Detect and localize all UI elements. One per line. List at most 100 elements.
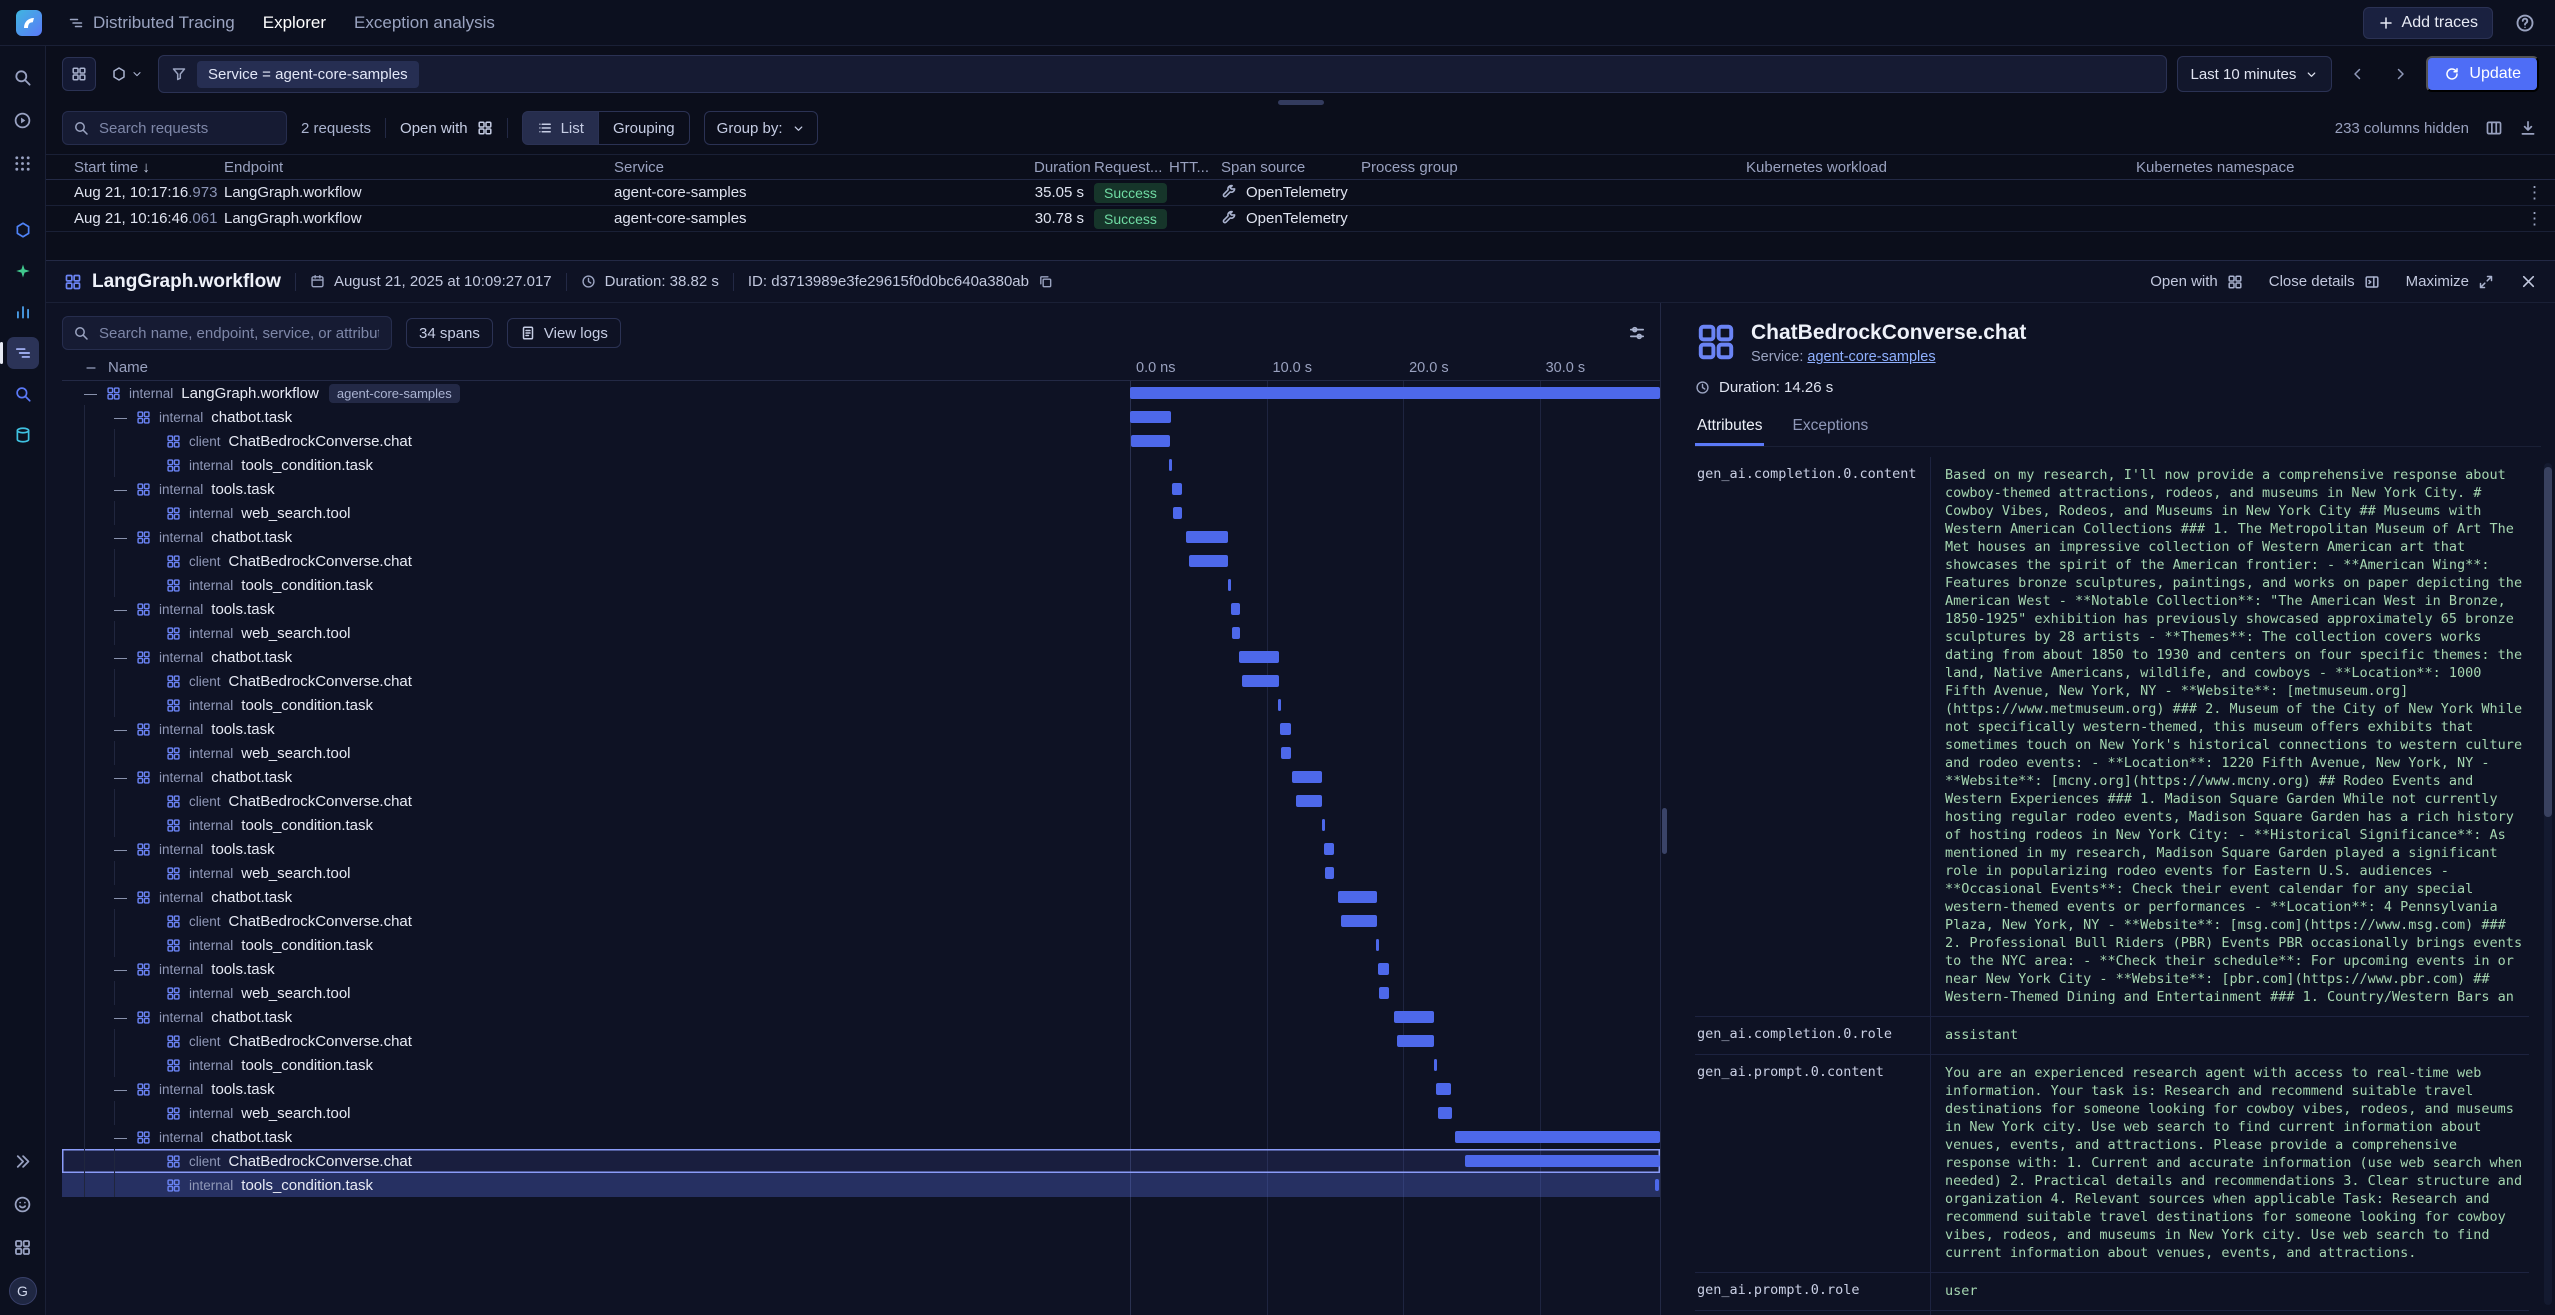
grouping-view-button[interactable]: Grouping	[599, 111, 690, 145]
collapse-toggle[interactable]: —	[84, 387, 106, 400]
help-button[interactable]	[2511, 9, 2539, 37]
span-row[interactable]: clientChatBedrockConverse.chat	[62, 429, 1660, 453]
span-row[interactable]: —internalLangGraph.workflowagent-core-sa…	[62, 381, 1660, 405]
automation-icon[interactable]	[6, 103, 40, 137]
span-row[interactable]: internalweb_search.tool	[62, 981, 1660, 1005]
horizontal-resize-handle[interactable]	[1278, 100, 1324, 105]
attribute-value[interactable]: user	[1930, 1273, 2529, 1310]
add-traces-button[interactable]: Add traces	[2363, 7, 2493, 39]
column-header[interactable]: Kubernetes workload	[1746, 159, 2136, 176]
attribute-value[interactable]: [{"type": "text", "text": "I'll research…	[1930, 1311, 2529, 1315]
close-details-button[interactable]: Close details	[2269, 273, 2380, 290]
span-row[interactable]: —internaltools.task	[62, 477, 1660, 501]
span-row[interactable]: —internalchatbot.task	[62, 405, 1660, 429]
span-row[interactable]: —internalchatbot.task	[62, 885, 1660, 909]
span-row[interactable]: internaltools_condition.task	[62, 813, 1660, 837]
scope-picker-button[interactable]	[106, 57, 148, 91]
span-row[interactable]: —internaltools.task	[62, 597, 1660, 621]
scrollbar-thumb[interactable]	[2544, 467, 2552, 817]
collapse-toggle[interactable]: —	[114, 483, 136, 496]
expand-icon[interactable]	[6, 1144, 40, 1178]
collapse-toggle[interactable]: —	[114, 1083, 136, 1096]
span-row[interactable]: internalweb_search.tool	[62, 741, 1660, 765]
collapse-toggle[interactable]: —	[114, 963, 136, 976]
collapse-toggle[interactable]: —	[114, 603, 136, 616]
collapse-toggle[interactable]: —	[114, 1131, 136, 1144]
collapse-toggle[interactable]: —	[114, 1011, 136, 1024]
vertical-resize-handle[interactable]	[1660, 303, 1669, 1315]
collapse-toggle[interactable]: —	[114, 651, 136, 664]
span-search[interactable]	[62, 316, 392, 350]
nav-distributed-tracing[interactable]: Distributed Tracing	[68, 13, 235, 33]
launcher-icon[interactable]	[6, 1230, 40, 1264]
table-row[interactable]: Aug 21, 10:17:16.973LangGraph.workflowag…	[46, 180, 2555, 206]
column-header[interactable]: Start time ↓	[74, 159, 224, 176]
open-with-button[interactable]: Open with	[400, 120, 493, 137]
collapse-toggle[interactable]: —	[114, 531, 136, 544]
feedback-icon[interactable]	[6, 1187, 40, 1221]
attribute-value[interactable]: You are an experienced research agent wi…	[1930, 1055, 2529, 1272]
time-forward-button[interactable]	[2384, 58, 2416, 90]
span-row[interactable]: —internaltools.task	[62, 717, 1660, 741]
column-header[interactable]: Endpoint	[224, 159, 614, 176]
collapse-toggle[interactable]: —	[114, 723, 136, 736]
row-menu-icon[interactable]: ⋮	[2515, 183, 2555, 203]
collapse-toggle[interactable]: —	[114, 771, 136, 784]
span-row[interactable]: —internalchatbot.task	[62, 765, 1660, 789]
close-icon[interactable]	[2520, 273, 2537, 290]
app-tile-tracing[interactable]	[7, 337, 39, 369]
span-row[interactable]: clientChatBedrockConverse.chat	[62, 1149, 1660, 1173]
span-row[interactable]: clientChatBedrockConverse.chat	[62, 909, 1660, 933]
time-back-button[interactable]	[2342, 58, 2374, 90]
span-row[interactable]: internaltools_condition.task	[62, 1053, 1660, 1077]
span-row[interactable]: —internalchatbot.task	[62, 525, 1660, 549]
filter-input[interactable]: Service = agent-core-samples	[158, 55, 2167, 93]
span-row[interactable]: —internaltools.task	[62, 1077, 1660, 1101]
collapse-all-icon[interactable]	[84, 361, 98, 375]
span-row[interactable]: internaltools_condition.task	[62, 933, 1660, 957]
attribute-value[interactable]: assistant	[1930, 1017, 2529, 1054]
waterfall-settings-icon[interactable]	[1628, 324, 1646, 342]
span-row[interactable]: —internaltools.task	[62, 957, 1660, 981]
span-row[interactable]: internalweb_search.tool	[62, 1101, 1660, 1125]
span-row[interactable]: internalweb_search.tool	[62, 621, 1660, 645]
column-header[interactable]: HTT...	[1169, 159, 1221, 176]
update-button[interactable]: Update	[2426, 56, 2539, 92]
span-row[interactable]: —internalchatbot.task	[62, 1125, 1660, 1149]
row-menu-icon[interactable]: ⋮	[2515, 209, 2555, 229]
span-row[interactable]: internaltools_condition.task	[62, 453, 1660, 477]
tab-attributes[interactable]: Attributes	[1695, 408, 1764, 446]
span-row[interactable]: internaltools_condition.task	[62, 1173, 1660, 1197]
nav-explorer[interactable]: Explorer	[263, 13, 326, 33]
clear-filter-icon[interactable]	[2138, 66, 2154, 82]
span-search-input[interactable]	[97, 324, 381, 343]
span-row[interactable]: clientChatBedrockConverse.chat	[62, 549, 1660, 573]
app-tile-query[interactable]	[7, 378, 39, 410]
list-view-button[interactable]: List	[522, 111, 599, 145]
nav-exception-analysis[interactable]: Exception analysis	[354, 13, 495, 33]
attribute-value[interactable]: Based on my research, I'll now provide a…	[1930, 457, 2529, 1016]
app-tile-green[interactable]	[7, 255, 39, 287]
app-tile-hex[interactable]	[7, 214, 39, 246]
apps-icon[interactable]	[6, 146, 40, 180]
span-row[interactable]: internalweb_search.tool	[62, 501, 1660, 525]
collapse-toggle[interactable]: —	[114, 411, 136, 424]
group-by-dropdown[interactable]: Group by:	[704, 111, 818, 145]
column-header[interactable]: Request...	[1094, 159, 1169, 176]
dynatrace-logo[interactable]	[16, 10, 42, 36]
time-range-button[interactable]: Last 10 minutes	[2177, 56, 2333, 92]
column-header[interactable]: Service	[614, 159, 1034, 176]
view-logs-button[interactable]: View logs	[507, 318, 621, 348]
maximize-button[interactable]: Maximize	[2406, 273, 2494, 290]
span-row[interactable]: —internalchatbot.task	[62, 1005, 1660, 1029]
span-row[interactable]: clientChatBedrockConverse.chat	[62, 1029, 1660, 1053]
span-row[interactable]: internaltools_condition.task	[62, 693, 1660, 717]
filter-chip[interactable]: Service = agent-core-samples	[197, 61, 419, 88]
span-row[interactable]: clientChatBedrockConverse.chat	[62, 669, 1660, 693]
column-header[interactable]: Kubernetes namespace	[2136, 159, 2515, 176]
requests-search-input[interactable]	[97, 119, 276, 138]
tab-exceptions[interactable]: Exceptions	[1790, 408, 1870, 446]
service-link[interactable]: agent-core-samples	[1807, 349, 1935, 365]
span-row[interactable]: —internalchatbot.task	[62, 645, 1660, 669]
column-header[interactable]: Duration	[1034, 159, 1094, 176]
